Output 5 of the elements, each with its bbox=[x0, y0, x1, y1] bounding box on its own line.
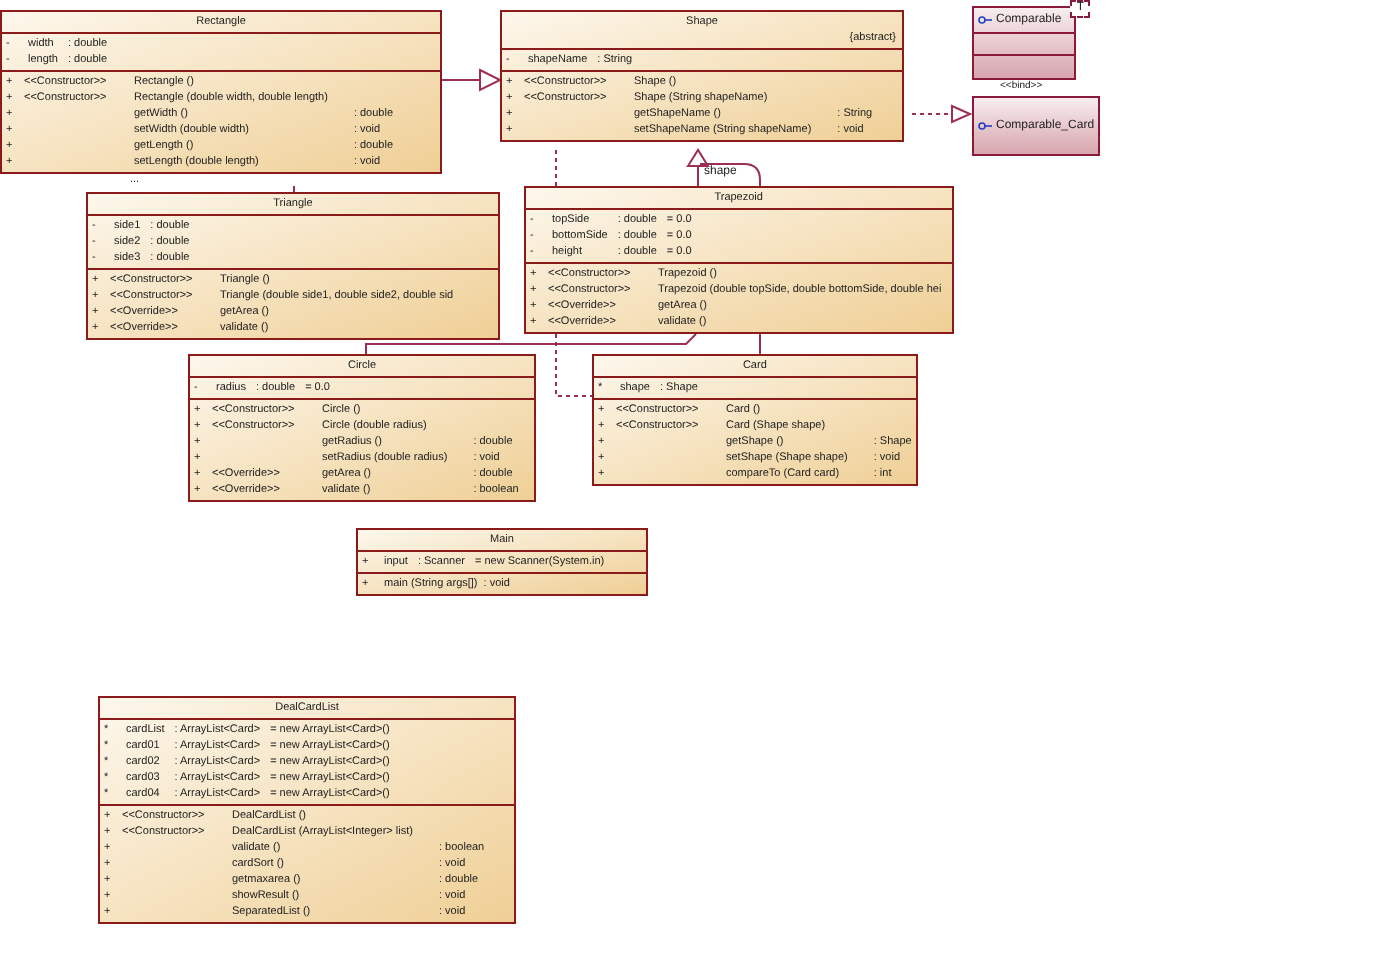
generalization-arrow bbox=[441, 68, 503, 92]
interface-icon bbox=[978, 16, 992, 24]
interface-icon bbox=[978, 122, 992, 130]
realization-arrow bbox=[911, 104, 973, 124]
connector-line bbox=[293, 185, 295, 193]
